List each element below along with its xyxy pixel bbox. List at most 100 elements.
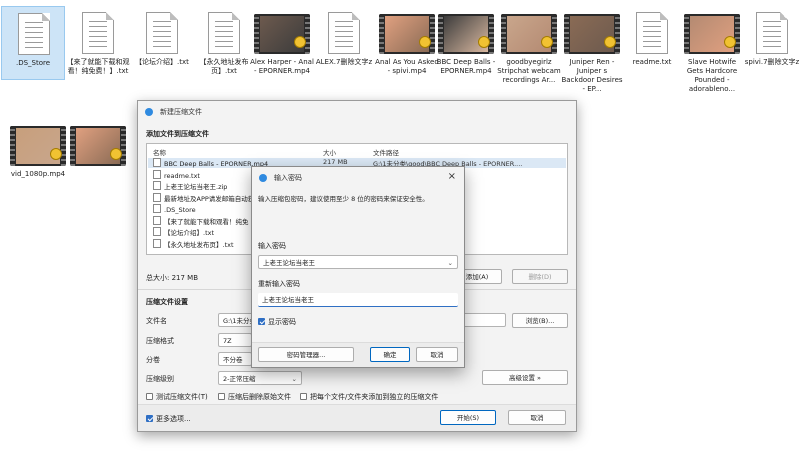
video-thumbnail-icon xyxy=(684,14,740,54)
password-description: 输入压缩包密码，建议使用至少 8 位的密码来保证安全性。 xyxy=(258,195,429,203)
browse-button[interactable]: 浏览(B)... xyxy=(512,313,568,328)
dialog-title: 新建压缩文件 xyxy=(160,108,202,116)
ok-button[interactable]: 确定 xyxy=(370,347,410,362)
list-item-name: 【来了就能下载和观看！纯免 xyxy=(164,217,249,226)
file-name: Alex Harper - Anal - EPORNER.mp4 xyxy=(250,58,314,75)
file-icon xyxy=(153,215,161,225)
list-item[interactable]: 上老王论坛当老王.zip xyxy=(153,181,227,191)
file-tile[interactable]: .DS_Store xyxy=(1,6,65,80)
split-select[interactable]: 不分卷 xyxy=(218,352,252,366)
document-icon xyxy=(328,12,360,54)
password-dialog-title: 输入密码 xyxy=(274,174,302,182)
dialog-titlebar[interactable]: 新建压缩文件 xyxy=(138,101,576,123)
document-icon xyxy=(146,12,178,54)
document-icon xyxy=(18,13,50,55)
file-icon xyxy=(153,181,161,190)
file-icon xyxy=(153,227,161,236)
file-icon xyxy=(153,169,161,179)
video-thumbnail-icon xyxy=(564,14,620,54)
file-tile[interactable]: Slave Hotwife Gets Hardcore Pounded - ad… xyxy=(680,6,744,93)
file-tile[interactable]: BBC Deep Balls - EPORNER.mp4 xyxy=(434,6,498,80)
password-dialog-titlebar[interactable]: 输入密码 xyxy=(252,167,464,189)
level-label: 压缩级别 xyxy=(146,375,174,383)
file-name: readme.txt xyxy=(632,58,672,66)
video-thumbnail-icon xyxy=(438,14,494,54)
password-cancel-button[interactable]: 取消 xyxy=(416,347,458,362)
format-label: 压缩格式 xyxy=(146,337,174,345)
file-tile[interactable]: goodbyegirlz Stripchat webcam recordings… xyxy=(497,6,561,84)
file-tile[interactable]: 【论坛介绍】.txt xyxy=(130,6,194,80)
file-tile[interactable]: Anal As You Asked - spivi.mp4 xyxy=(375,6,439,80)
file-name: Slave Hotwife Gets Hardcore Pounded - ad… xyxy=(686,58,738,93)
list-item-name: .DS_Store xyxy=(164,206,196,214)
file-tile[interactable]: Alex Harper - Anal - EPORNER.mp4 xyxy=(250,6,314,80)
video-thumbnail-icon xyxy=(501,14,557,54)
password-dialog-footer: 密码管理器... 确定 取消 xyxy=(252,342,464,367)
video-thumbnail-icon xyxy=(379,14,435,54)
cancel-button[interactable]: 取消 xyxy=(508,410,566,425)
list-item[interactable]: 【来了就能下载和观看！纯免 xyxy=(153,215,249,226)
file-tile[interactable]: Juniper Ren - Juniper s Backdoor Desires… xyxy=(560,6,624,93)
list-item[interactable]: 【论坛介绍】.txt xyxy=(153,227,214,237)
list-item[interactable]: 最新地址及APP请发邮箱自动获 xyxy=(153,192,254,203)
file-tile[interactable]: spivi.7删除文字z xyxy=(740,6,800,80)
file-name: BBC Deep Balls - EPORNER.mp4 xyxy=(436,58,496,75)
dialog-footer: 更多选项... 开始(S) 取消 xyxy=(138,404,576,431)
checkbox[interactable] xyxy=(300,393,307,400)
option-delete-after[interactable]: 压缩后删除原始文件 xyxy=(218,392,291,402)
more-options-toggle[interactable]: 更多选项... xyxy=(146,414,191,424)
close-icon[interactable]: × xyxy=(448,171,456,182)
checkbox[interactable] xyxy=(146,415,153,422)
video-thumbnail-icon xyxy=(10,126,66,166)
file-tile[interactable]: 【来了就能下载和观看！纯免费！】.txt xyxy=(66,6,130,80)
file-name: Juniper Ren - Juniper s Backdoor Desires… xyxy=(561,58,623,93)
play-badge-icon xyxy=(110,148,122,160)
level-select[interactable]: 2-正常压缩 ⌄ xyxy=(218,371,302,385)
advanced-settings-button[interactable]: 高级设置 » xyxy=(482,370,568,385)
settings-section-title: 压缩文件设置 xyxy=(146,298,188,306)
play-badge-icon xyxy=(294,36,306,48)
more-options-label: 更多选项... xyxy=(156,415,191,423)
file-tile[interactable] xyxy=(66,118,130,192)
file-tile[interactable]: ALEX.7删除文字z xyxy=(312,6,376,80)
col-size-header[interactable]: 大小 xyxy=(323,147,336,157)
delete-button[interactable]: 删除(D) xyxy=(512,269,568,284)
file-name: vid_1080p.mp4 xyxy=(10,170,66,178)
file-icon xyxy=(153,238,161,248)
file-name: spivi.7删除文字z xyxy=(744,58,800,66)
checkbox[interactable] xyxy=(218,393,225,400)
format-select[interactable]: 7Z xyxy=(218,333,252,347)
col-path-header[interactable]: 文件路径 xyxy=(373,147,399,157)
file-tile[interactable]: vid_1080p.mp4 xyxy=(6,118,70,192)
password-dialog: 输入密码 × 输入压缩包密码，建议使用至少 8 位的密码来保证安全性。 输入密码… xyxy=(251,166,465,368)
show-password-toggle[interactable]: 显示密码 xyxy=(258,317,296,327)
checkbox[interactable] xyxy=(258,318,265,325)
col-name-header[interactable]: 名称 xyxy=(153,147,166,157)
show-password-label: 显示密码 xyxy=(268,318,296,326)
file-tile[interactable]: 【永久地址发布页】.txt xyxy=(192,6,256,80)
play-badge-icon xyxy=(419,36,431,48)
play-badge-icon xyxy=(604,36,616,48)
start-button[interactable]: 开始(S) xyxy=(440,410,496,425)
document-icon xyxy=(636,12,668,54)
option-separate-archives[interactable]: 把每个文件/文件夹添加到独立的压缩文件 xyxy=(300,392,438,402)
checkbox[interactable] xyxy=(146,393,153,400)
list-item[interactable]: .DS_Store xyxy=(153,204,196,214)
file-name: 【论坛介绍】.txt xyxy=(135,58,189,66)
file-name: Anal As You Asked - spivi.mp4 xyxy=(375,58,439,75)
repeat-password-input[interactable]: 上老王论坛当老王 xyxy=(258,293,458,307)
option-test-archive[interactable]: 测试压缩文件(T) xyxy=(146,392,208,402)
password-input[interactable]: 上老王论坛当老王 ⌄ xyxy=(258,255,458,269)
app-icon xyxy=(145,108,153,116)
file-name: .DS_Store xyxy=(15,59,51,67)
password-manager-button[interactable]: 密码管理器... xyxy=(258,347,354,362)
list-item[interactable]: 【永久地址发布页】.txt xyxy=(153,238,234,249)
file-icon xyxy=(153,204,161,213)
file-tile[interactable]: readme.txt xyxy=(620,6,684,80)
document-icon xyxy=(82,12,114,54)
video-thumbnail-icon xyxy=(254,14,310,54)
list-item[interactable]: readme.txt xyxy=(153,169,200,180)
play-badge-icon xyxy=(541,36,553,48)
file-name: 【永久地址发布页】.txt xyxy=(199,58,249,75)
file-name: goodbyegirlz Stripchat webcam recordings… xyxy=(497,58,561,84)
